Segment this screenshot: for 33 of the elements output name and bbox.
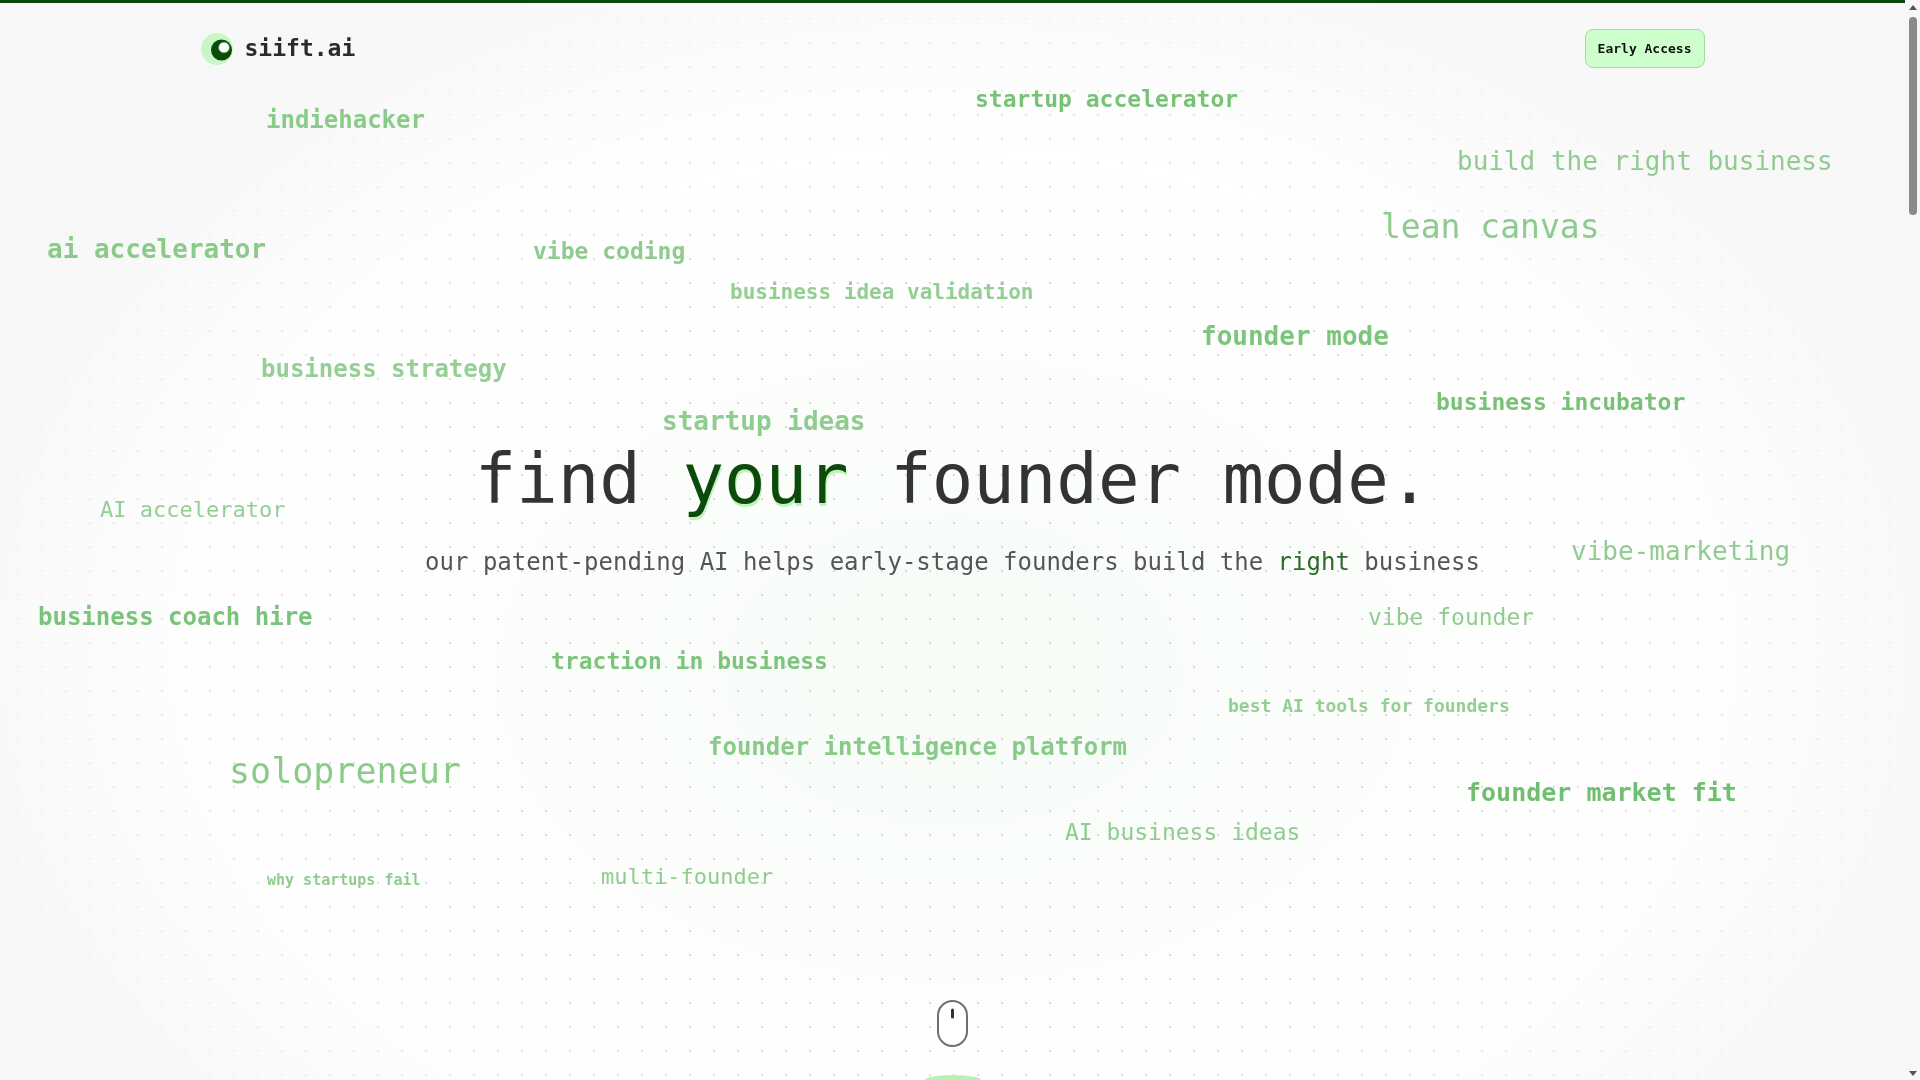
keyword-text: traction in business	[551, 648, 828, 676]
hero-subtitle: our patent-pending AI helps early-stage founders build the right business	[425, 547, 1480, 577]
logo-link[interactable]: siift.ai	[200, 32, 356, 65]
keyword-text: business strategy	[261, 355, 507, 384]
keyword-text: vibe founder	[1368, 604, 1535, 632]
keyword-text: vibe coding	[533, 238, 686, 266]
keyword-text: solopreneur	[229, 750, 461, 792]
keyword-text: lean canvas	[1381, 207, 1600, 247]
scrollbar-thumb[interactable]	[1908, 17, 1917, 215]
keyword-text: founder intelligence platform	[708, 733, 1128, 762]
keyword-text: indiehacker	[266, 106, 425, 135]
logo-icon	[200, 32, 233, 65]
scroll-up-arrow-icon[interactable]	[1908, 5, 1917, 10]
keyword-text: founder mode	[1201, 321, 1389, 353]
scroll-down-arrow-icon[interactable]	[1908, 1071, 1917, 1076]
keyword-text: build the right business	[1457, 146, 1833, 178]
scrollbar[interactable]	[1905, 0, 1920, 1080]
keyword-text: business coach hire	[38, 603, 313, 632]
keyword-text: startup accelerator	[975, 86, 1239, 114]
keyword-text: best AI tools for founders	[1228, 695, 1510, 717]
mouse-scroll-icon	[937, 1000, 968, 1047]
keyword-text: founder market fit	[1466, 778, 1737, 808]
keyword-text: startup ideas	[662, 406, 866, 438]
keyword-text: AI business ideas	[1065, 819, 1301, 847]
early-access-button[interactable]: Early Access	[1584, 29, 1705, 68]
keyword-text: business incubator	[1436, 389, 1686, 417]
keyword-text: multi-founder	[601, 864, 774, 891]
hero-heading: find your founder mode.	[474, 438, 1431, 521]
keyword-text: vibe-marketing	[1571, 536, 1791, 568]
keyword-text: ai accelerator	[47, 234, 267, 266]
keyword-text: business idea validation	[730, 280, 1034, 306]
keyword-text: AI accelerator	[100, 497, 286, 524]
keyword-text: why startups fail	[267, 871, 421, 889]
